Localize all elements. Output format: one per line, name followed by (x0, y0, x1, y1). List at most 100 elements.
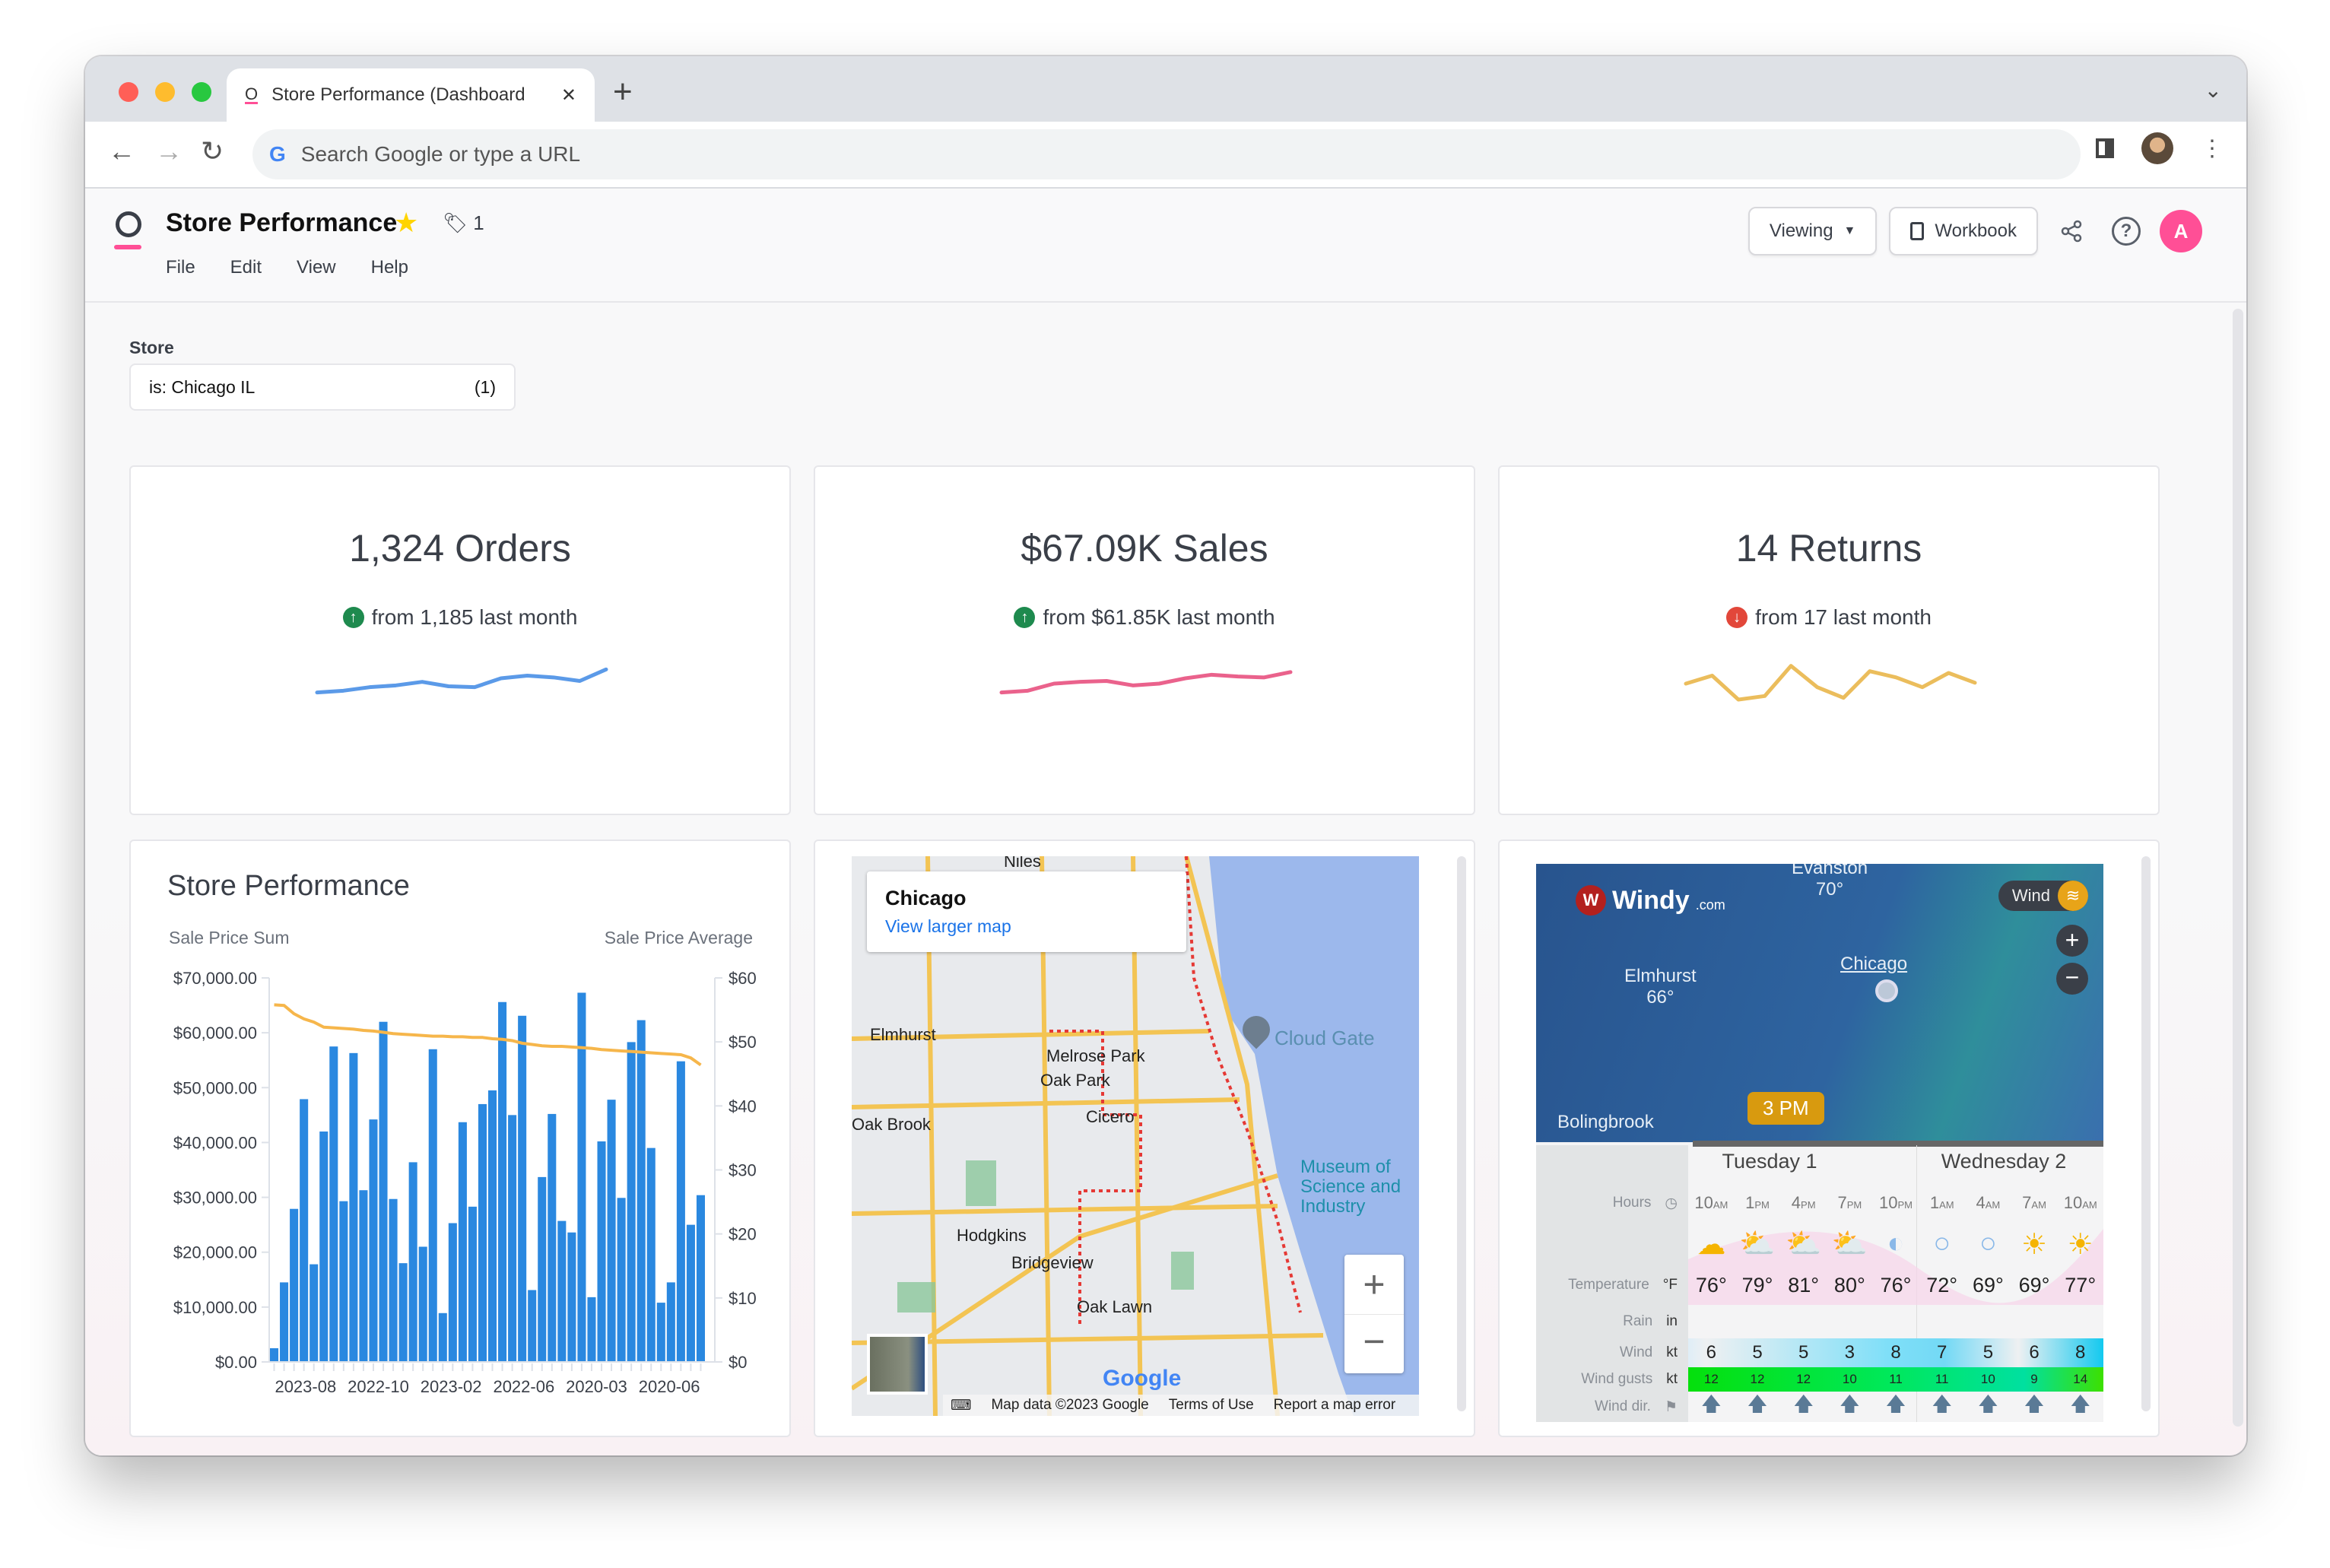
app-header: Store Performance ★ 🏷 1 File Edit View H… (85, 189, 2246, 303)
windy-brand: Windy (1612, 885, 1690, 915)
terms-link[interactable]: Terms of Use (1169, 1397, 1254, 1414)
kpi-value: 14 Returns (1735, 527, 1922, 570)
close-tab-icon[interactable]: ✕ (561, 84, 576, 106)
kpi-sparkline (999, 670, 1293, 695)
weather-card-scrollbar[interactable] (2141, 856, 2151, 1411)
layer-toggle[interactable]: Wind ≋ (1998, 881, 2088, 911)
new-tab-button[interactable]: + (613, 73, 633, 111)
city-label: Bolingbrook (1557, 1112, 1654, 1132)
report-error-link[interactable]: Report a map error (1274, 1397, 1396, 1414)
minimize-window-button[interactable] (155, 82, 175, 102)
map-label: Elmhurst (870, 1025, 936, 1044)
satellite-toggle[interactable] (867, 1334, 928, 1395)
timeline-bar[interactable] (1693, 1141, 2103, 1147)
bar (428, 1049, 437, 1362)
viewing-dropdown[interactable]: Viewing ▼ (1748, 207, 1878, 256)
time-marker[interactable]: 3 PM (1748, 1092, 1824, 1125)
bar (636, 1020, 646, 1362)
map-info-window: Chicago View larger map (867, 871, 1186, 952)
zoom-out-button[interactable]: − (1344, 1314, 1404, 1373)
weather-icon: ⛅ (1739, 1227, 1776, 1260)
wind-cell: 6 (1706, 1342, 1717, 1363)
bar (438, 1312, 447, 1362)
bar (379, 1021, 388, 1362)
y2-tick-label: $30 (729, 1161, 757, 1180)
wind-icon: ≋ (2058, 881, 2088, 911)
help-icon[interactable]: ? (2105, 210, 2147, 252)
google-map[interactable]: Chicago View larger map Melrose Park Elm… (852, 856, 1419, 1416)
trend-down-icon: ↓ (1726, 607, 1748, 628)
windy-logo: W Windy .com (1576, 885, 1725, 916)
chart-title: Store Performance (167, 870, 410, 902)
hour-cell: 4PM (1791, 1193, 1816, 1212)
hour-cell: 1AM (1929, 1193, 1954, 1212)
workbook-button[interactable]: Workbook (1889, 207, 2038, 256)
hours-row: Hours ◷ 10AM 1PM 4PM 7PM 10PM 1AM 4AM 7AM 10AM (1536, 1188, 2103, 1218)
store-filter[interactable]: is: Chicago IL (1) (129, 363, 516, 411)
view-larger-map-link[interactable]: View larger map (885, 916, 1168, 937)
temp-cell: 77° (2065, 1273, 2097, 1297)
page-scrollbar[interactable] (2233, 309, 2243, 1427)
share-icon[interactable] (2050, 210, 2093, 252)
side-panel-icon[interactable] (2096, 138, 2114, 158)
combo-chart: $0.00 $10,000.00 $20,000.00 $30,000.00 $40,0… (173, 969, 757, 1396)
store-performance-chart-card: Store Performance Sale Price Sum Sale Pr… (129, 840, 791, 1437)
sparkline-path (1684, 664, 1977, 702)
reload-icon[interactable]: ↻ (201, 135, 224, 167)
profile-avatar[interactable] (2141, 132, 2173, 164)
kebab-menu-icon[interactable]: ⋮ (2201, 135, 2224, 162)
poi-label[interactable]: Museum of Science and Industry (1300, 1157, 1419, 1217)
viewing-label: Viewing (1769, 221, 1833, 241)
bar (518, 1015, 527, 1362)
menu-help[interactable]: Help (371, 257, 408, 278)
wind-direction-arrow-icon: 🡅 (1932, 1392, 1953, 1415)
tag-count: 1 (473, 211, 484, 234)
user-avatar[interactable]: A (2160, 210, 2202, 252)
hour-cell: 10AM (1694, 1193, 1728, 1212)
weather-icon: ☀ (2021, 1228, 2048, 1261)
wind-direction-arrow-icon: 🡅 (1747, 1392, 1768, 1415)
bar (538, 1176, 547, 1362)
rain-row: Rain in (1623, 1313, 1678, 1329)
poi-label[interactable]: Cloud Gate (1275, 1027, 1375, 1050)
tags-button[interactable]: 🏷 1 (443, 211, 484, 235)
windy-map[interactable]: W Windy .com Evanston 70° Elmhurst 66° Chic… (1536, 864, 2103, 1147)
omnibox[interactable]: G Search Google or type a URL (252, 129, 2081, 179)
browser-tab[interactable]: O Store Performance (Dashboard ✕ (227, 68, 595, 122)
temp-cell: 80° (1833, 1273, 1865, 1297)
dashboard-content: Store is: Chicago IL (1) 1,324 Orders ↑ f… (85, 303, 2246, 1455)
bar (607, 1100, 616, 1362)
day-header: Wednesday 2 (1941, 1150, 2067, 1173)
close-window-button[interactable] (119, 82, 138, 102)
back-icon[interactable]: ← (108, 135, 135, 167)
keyboard-icon[interactable]: ⌨ (951, 1397, 971, 1414)
windy-zoom-out[interactable]: − (2056, 963, 2088, 995)
map-zoom-controls: + − (1344, 1255, 1404, 1373)
map-card-scrollbar[interactable] (1457, 856, 1466, 1411)
menu-file[interactable]: File (166, 257, 195, 278)
maximize-window-button[interactable] (192, 82, 211, 102)
city-label-chicago[interactable]: Chicago (1840, 954, 1907, 975)
hour-cell: 7PM (1837, 1193, 1862, 1212)
zoom-in-button[interactable]: + (1344, 1255, 1404, 1314)
bar (627, 1042, 636, 1362)
y-tick-label: $40,000.00 (173, 1133, 257, 1152)
bar (359, 1190, 368, 1362)
gust-cell: 9 (2030, 1372, 2038, 1386)
windy-zoom-in[interactable]: + (2056, 925, 2088, 957)
y2-tick-label: $10 (729, 1289, 757, 1308)
favorite-star-icon[interactable]: ★ (394, 207, 418, 239)
x-tick-label: 2020-06 (639, 1377, 700, 1396)
gust-cell: 10 (1842, 1372, 1857, 1386)
gust-cell: 12 (1703, 1372, 1719, 1386)
windy-brand-suffix: .com (1695, 897, 1725, 913)
tab-search-chevron-icon[interactable]: ⌄ (2205, 78, 2222, 103)
menu-edit[interactable]: Edit (230, 257, 262, 278)
bar (408, 1162, 417, 1362)
y2-tick-label: $0 (729, 1353, 747, 1372)
forward-icon[interactable]: → (155, 135, 183, 167)
caret-down-icon: ▼ (1843, 224, 1856, 237)
tag-icon: 🏷 (443, 211, 468, 234)
bar (270, 1347, 279, 1362)
menu-view[interactable]: View (297, 257, 336, 278)
